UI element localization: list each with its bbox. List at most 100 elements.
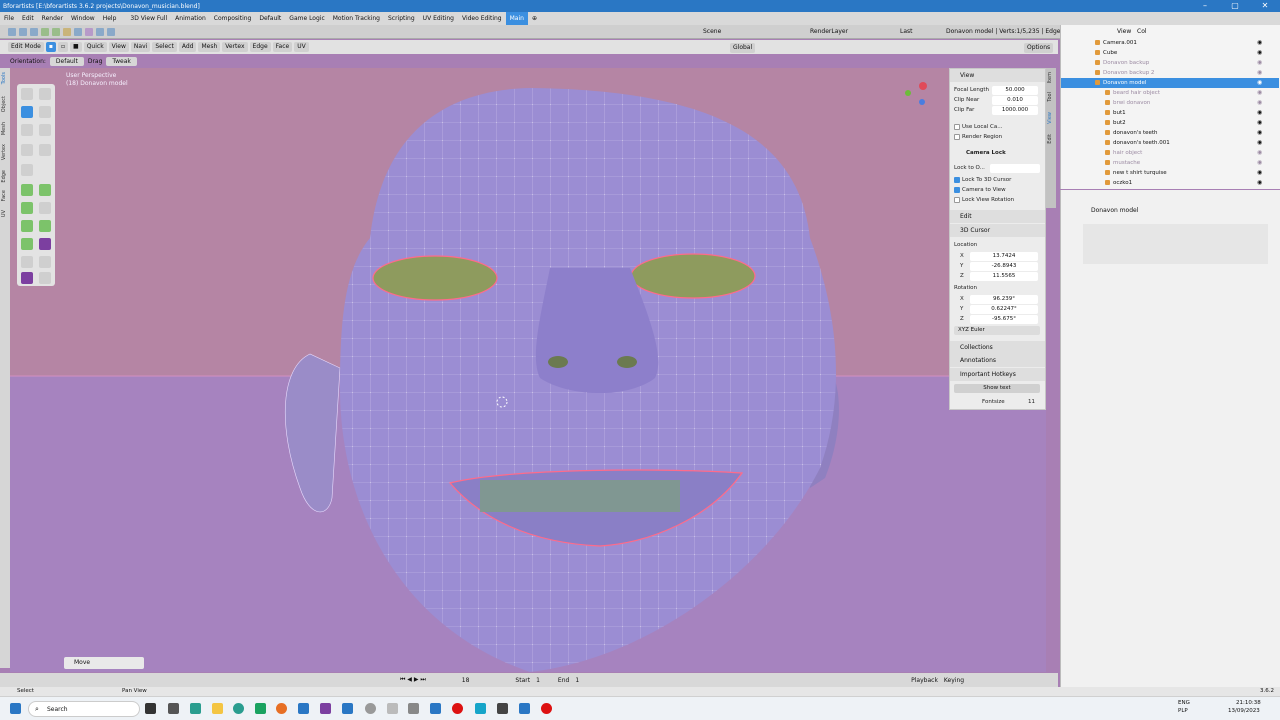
input-language[interactable]: ENG [1178, 700, 1190, 706]
visibility-eye-icon[interactable]: ◉ [1257, 38, 1262, 48]
outliner-row[interactable]: donavon's teeth ◉ [1061, 128, 1279, 138]
tab-object[interactable]: Object [1, 96, 9, 112]
visibility-eye-icon[interactable]: ◉ [1257, 98, 1262, 108]
menu-face[interactable]: Face [272, 42, 293, 52]
options-button[interactable]: Options [1024, 43, 1054, 53]
last-button[interactable]: Last [900, 28, 913, 35]
task-view-icon[interactable] [145, 703, 156, 714]
recording-icon[interactable] [541, 703, 552, 714]
renderlayer-selector[interactable]: RenderLayer [810, 28, 848, 35]
app-icon-9[interactable] [408, 703, 419, 714]
outliner-row[interactable]: but1 ◉ [1061, 108, 1279, 118]
location-z-field[interactable]: 11.5565 [970, 272, 1038, 281]
outliner-row[interactable]: Camera.001 ◉ [1061, 38, 1279, 48]
outliner-row[interactable]: donavon's teeth.001 ◉ [1061, 138, 1279, 148]
3d-cursor-panel-header[interactable]: 3D Cursor [950, 224, 1045, 237]
app-icon-3[interactable] [255, 703, 266, 714]
menu-view[interactable]: View [108, 42, 129, 52]
extrude-tool-icon[interactable] [21, 184, 33, 196]
outliner-row[interactable]: Cube ◉ [1061, 48, 1279, 58]
render-region-checkbox[interactable] [954, 134, 960, 140]
app-icon-4[interactable] [298, 703, 309, 714]
menu-window[interactable]: Window [67, 12, 99, 25]
tab-mesh[interactable]: Mesh [1, 122, 9, 135]
outliner-row[interactable]: beard hair object ◉ [1061, 88, 1279, 98]
rotation-x-field[interactable]: 96.239° [970, 295, 1038, 304]
annotate-tool-icon[interactable] [21, 144, 33, 156]
spin-tool-icon[interactable] [21, 238, 33, 250]
app-icon-8[interactable] [387, 703, 398, 714]
loopcut-tool-icon[interactable] [39, 202, 51, 214]
close-button[interactable]: ✕ [1250, 0, 1280, 12]
shear-tool-icon[interactable] [21, 272, 33, 284]
app-icon-5[interactable] [320, 703, 331, 714]
clock-date[interactable]: 13/09/2023 [1228, 708, 1260, 714]
camera-to-view-checkbox[interactable] [954, 187, 960, 193]
menu-mesh[interactable]: Mesh [198, 42, 221, 52]
tab-video-editing[interactable]: Video Editing [458, 12, 506, 25]
visibility-eye-icon[interactable]: ◉ [1257, 168, 1262, 178]
visibility-eye-icon[interactable]: ◉ [1257, 128, 1262, 138]
visibility-eye-icon[interactable]: ◉ [1257, 178, 1262, 188]
lock-to-cursor-checkbox[interactable] [954, 177, 960, 183]
orientation-dropdown[interactable]: Default [49, 56, 84, 66]
mode-selector[interactable]: Edit Mode [8, 42, 44, 52]
annotations-panel-header[interactable]: Annotations [950, 354, 1045, 367]
collections-panel-header[interactable]: Collections [950, 341, 1045, 354]
opera-icon[interactable] [452, 703, 463, 714]
playback-controls[interactable]: ⏮ ◀ ▶ ⏭ [400, 676, 426, 684]
visibility-eye-icon[interactable]: ◉ [1257, 78, 1262, 88]
menu-uv[interactable]: UV [294, 42, 309, 52]
light-icon[interactable] [107, 28, 115, 36]
smooth-tool-icon[interactable] [39, 238, 51, 250]
keying-dropdown[interactable]: Keying [944, 677, 964, 684]
start-field[interactable]: 1 [536, 677, 540, 684]
outliner-row[interactable]: oczko1 ◉ [1061, 178, 1279, 188]
windows-start-icon[interactable] [10, 703, 21, 714]
app-icon-1[interactable] [168, 703, 179, 714]
hotkeys-panel-header[interactable]: Important Hotkeys [950, 368, 1045, 381]
tab-game-logic[interactable]: Game Logic [285, 12, 328, 25]
menu-add[interactable]: Add [178, 42, 197, 52]
tab-main[interactable]: Main [505, 12, 528, 25]
location-x-field[interactable]: 13.7424 [970, 252, 1038, 261]
tab-default[interactable]: Default [255, 12, 285, 25]
tab-view[interactable]: View [1047, 112, 1055, 124]
rip-tool-icon[interactable] [39, 272, 51, 284]
lock-view-rotation-checkbox[interactable] [954, 197, 960, 203]
tab-compositing[interactable]: Compositing [210, 12, 256, 25]
tab-animation[interactable]: Animation [171, 12, 210, 25]
transform-tool-icon[interactable] [39, 124, 51, 136]
visibility-eye-icon[interactable]: ◉ [1257, 68, 1262, 78]
camera-icon[interactable] [96, 28, 104, 36]
new-file-icon[interactable] [8, 28, 16, 36]
current-frame-field[interactable]: 18 [462, 677, 470, 684]
fontsize-value[interactable]: 11 [1028, 399, 1035, 405]
visibility-eye-icon[interactable]: ◉ [1257, 48, 1262, 58]
tab-face[interactable]: Face [1, 190, 9, 201]
open-file-icon[interactable] [19, 28, 27, 36]
edge-select-icon[interactable]: ▫ [57, 42, 69, 52]
outliner-row[interactable]: Donavon backup ◉ [1061, 58, 1279, 68]
outliner-view-menu[interactable]: View [1117, 28, 1131, 35]
maximize-button[interactable]: ▢ [1220, 0, 1250, 12]
lock-to-object-field[interactable] [990, 164, 1040, 173]
render-icon[interactable] [63, 28, 71, 36]
tab-3d-view-full[interactable]: 3D View Full [126, 12, 171, 25]
outliner-row[interactable]: mustache ◉ [1061, 158, 1279, 168]
inset-tool-icon[interactable] [39, 184, 51, 196]
outliner-row[interactable]: new t shirt turquise ◉ [1061, 168, 1279, 178]
measure-tool-icon[interactable] [39, 144, 51, 156]
tab-edge[interactable]: Edge [1, 170, 9, 183]
app-icon-12[interactable] [497, 703, 508, 714]
cursor-tool-icon[interactable] [39, 88, 51, 100]
focal-length-field[interactable]: 50.000 [992, 86, 1038, 95]
camera-lock-label[interactable]: Camera Lock [966, 150, 1006, 156]
scene-selector[interactable]: Scene [703, 28, 721, 35]
bforartists-icon[interactable] [519, 703, 530, 714]
bevel-tool-icon[interactable] [21, 202, 33, 214]
move-tool-icon[interactable] [21, 106, 33, 118]
gizmo-z-icon[interactable] [919, 82, 927, 90]
visibility-eye-icon[interactable]: ◉ [1257, 58, 1262, 68]
clock-time[interactable]: 21:10:38 [1236, 700, 1261, 706]
